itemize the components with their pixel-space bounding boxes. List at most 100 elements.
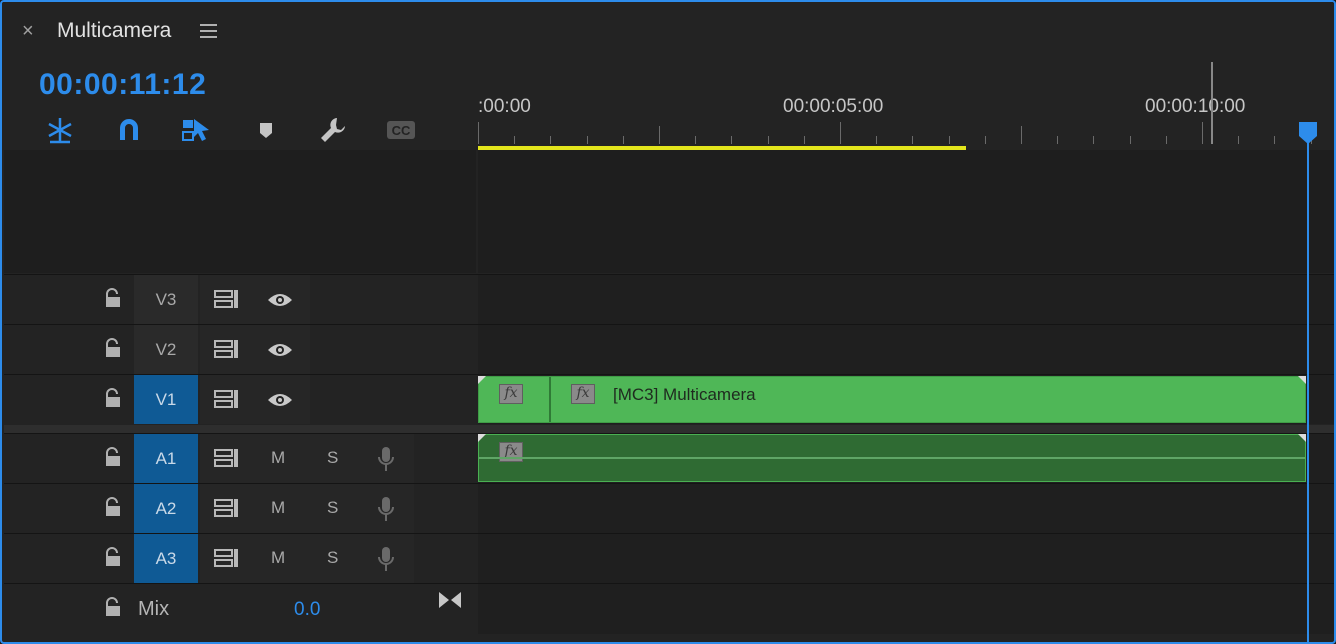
mix-label: Mix: [138, 598, 170, 620]
solo-button[interactable]: S: [327, 548, 338, 568]
audio-clip[interactable]: fx: [478, 434, 1306, 482]
add-marker-icon[interactable]: [250, 114, 282, 146]
track-v2: V2: [4, 324, 1334, 374]
ruler-tick: [478, 122, 479, 144]
ruler-tick: [767, 136, 769, 144]
captions-icon[interactable]: CC: [385, 114, 417, 146]
fx-badge[interactable]: fx: [499, 384, 523, 404]
track-lane[interactable]: [478, 484, 1334, 533]
sync-lock-icon[interactable]: [214, 389, 240, 409]
ruler-tick: [1274, 136, 1276, 144]
ruler-tick: [586, 136, 588, 144]
track-header: Mix 0.0: [4, 584, 476, 633]
ruler-tick: [1129, 136, 1131, 144]
video-clip[interactable]: fx fx [MC3] Multicamera: [478, 376, 1306, 423]
close-icon[interactable]: ×: [22, 21, 34, 41]
insert-nest-icon[interactable]: [44, 114, 76, 146]
ruler-tick: [948, 136, 950, 144]
snap-magnet-icon[interactable]: [113, 114, 145, 146]
mute-button[interactable]: M: [271, 548, 285, 568]
settings-wrench-icon[interactable]: [317, 114, 349, 146]
fx-badge[interactable]: fx: [499, 442, 523, 462]
edit-point[interactable]: [549, 377, 551, 422]
track-target-a2[interactable]: A2: [134, 484, 198, 533]
playhead-line[interactable]: [1307, 142, 1309, 642]
timeline-empty-area: [478, 150, 1334, 273]
track-target-v1[interactable]: V1: [134, 375, 198, 424]
lock-icon[interactable]: [104, 288, 122, 308]
track-target-a1[interactable]: A1: [134, 434, 198, 483]
ruler-tick: [1057, 136, 1059, 144]
track-header: V3: [4, 275, 476, 324]
track-lane[interactable]: [478, 584, 1334, 634]
ruler-tick: [984, 136, 986, 144]
eye-icon[interactable]: [266, 341, 294, 359]
lock-icon[interactable]: [104, 547, 122, 567]
track-target-v2[interactable]: V2: [134, 325, 198, 374]
lock-icon[interactable]: [104, 447, 122, 467]
fx-badge[interactable]: fx: [571, 384, 595, 404]
panel-title[interactable]: Multicamera: [57, 19, 171, 43]
mix-volume-value[interactable]: 0.0: [294, 599, 320, 621]
track-lane[interactable]: [478, 325, 1334, 374]
lock-icon[interactable]: [104, 388, 122, 408]
clip-start-marker: [478, 434, 486, 442]
solo-button[interactable]: S: [327, 448, 338, 468]
lock-icon[interactable]: [104, 497, 122, 517]
track-header: A1 M S: [4, 434, 476, 483]
mute-button[interactable]: M: [271, 448, 285, 468]
track-v3: V3: [4, 274, 1334, 324]
microphone-icon[interactable]: [376, 495, 396, 523]
ruler-tick: [1202, 122, 1203, 144]
track-target-v3[interactable]: V3: [134, 275, 198, 324]
ruler-marker: [1211, 62, 1213, 144]
clip-end-marker: [1298, 434, 1306, 442]
ruler-tick: [912, 136, 914, 144]
time-ruler[interactable]: :00:00 00:00:05:00 00:00:10:00: [476, 62, 1334, 150]
microphone-icon[interactable]: [376, 545, 396, 573]
track-lane[interactable]: [478, 275, 1334, 324]
panel-menu-icon[interactable]: [200, 24, 217, 38]
track-mix: Mix 0.0: [4, 583, 1334, 634]
lock-icon[interactable]: [104, 338, 122, 358]
timeline-panel: × Multicamera 00:00:11:12 CC :00:00 00:0…: [0, 0, 1336, 644]
go-to-in-out-icon[interactable]: [438, 590, 462, 610]
ruler-tick: [1165, 136, 1167, 144]
sync-lock-icon[interactable]: [214, 448, 240, 468]
linked-selection-icon[interactable]: [180, 114, 212, 146]
ruler-tick: [840, 122, 841, 144]
ruler-tick: [876, 136, 878, 144]
eye-icon[interactable]: [266, 291, 294, 309]
ruler-tick: [514, 136, 516, 144]
eye-icon[interactable]: [266, 391, 294, 409]
playhead-timecode[interactable]: 00:00:11:12: [39, 68, 206, 102]
sync-lock-icon[interactable]: [214, 289, 240, 309]
sync-lock-icon[interactable]: [214, 548, 240, 568]
ruler-tick: [1093, 136, 1095, 144]
track-header: V1: [4, 375, 476, 424]
audio-volume-line[interactable]: [479, 457, 1305, 459]
track-header: V2: [4, 325, 476, 374]
ruler-tick: [550, 136, 552, 144]
track-lane[interactable]: [478, 534, 1334, 583]
lock-icon[interactable]: [104, 597, 122, 617]
clip-name: [MC3] Multicamera: [613, 385, 756, 404]
captions-label: CC: [392, 123, 411, 138]
track-a2: A2 M S: [4, 483, 1334, 533]
track-header-spacer: [4, 150, 476, 273]
ruler-tick: [659, 126, 660, 144]
microphone-icon[interactable]: [376, 445, 396, 473]
sync-lock-icon[interactable]: [214, 498, 240, 518]
track-a3: A3 M S: [4, 533, 1334, 583]
ruler-label: 00:00:05:00: [783, 96, 884, 117]
sync-lock-icon[interactable]: [214, 339, 240, 359]
ruler-label: :00:00: [478, 96, 531, 117]
ruler-tick: [731, 136, 733, 144]
mute-button[interactable]: M: [271, 498, 285, 518]
ruler-label: 00:00:10:00: [1145, 96, 1246, 117]
track-target-a3[interactable]: A3: [134, 534, 198, 583]
solo-button[interactable]: S: [327, 498, 338, 518]
clip-end-marker: [1298, 376, 1306, 384]
video-audio-divider[interactable]: [4, 425, 1334, 433]
track-header: A3 M S: [4, 534, 476, 583]
